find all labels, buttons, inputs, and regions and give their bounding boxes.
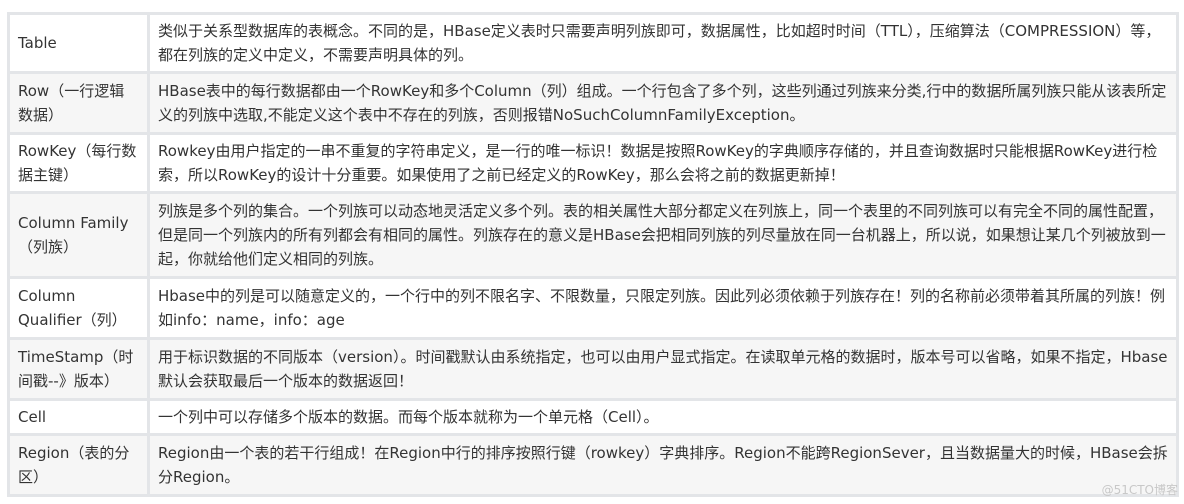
table-row: Cell 一个列中可以存储多个版本的数据。而每个版本就称为一个单元格（Cell）。	[7, 398, 1179, 436]
description-cell: 一个列中可以存储多个版本的数据。而每个版本就称为一个单元格（Cell）。	[147, 398, 1179, 436]
table-row: Row（一行逻辑数据） HBase表中的每行数据都由一个RowKey和多个Colu…	[7, 71, 1179, 135]
table-row: Region（表的分区） Region由一个表的若干行组成！在Region中行的排…	[7, 433, 1179, 497]
term-cell: Region（表的分区）	[7, 433, 150, 497]
description-cell: Rowkey由用户指定的一串不重复的字符串定义，是一行的唯一标识！数据是按照Ro…	[147, 132, 1179, 194]
description-cell: 列族是多个列的集合。一个列族可以动态地灵活定义多个列。表的相关属性大部分都定义在…	[147, 191, 1179, 279]
table-row: Column Family（列族） 列族是多个列的集合。一个列族可以动态地灵活定义…	[7, 191, 1179, 279]
description-cell: 用于标识数据的不同版本（version）。时间戳默认由系统指定，也可以由用户显式…	[147, 337, 1179, 401]
term-cell: Row（一行逻辑数据）	[7, 71, 150, 135]
description-cell: HBase表中的每行数据都由一个RowKey和多个Column（列）组成。一个行…	[147, 71, 1179, 135]
term-cell: Cell	[7, 398, 150, 436]
table-row: Column Qualifier（列） Hbase中的列是可以随意定义的，一个行中…	[7, 276, 1179, 340]
description-cell: Hbase中的列是可以随意定义的，一个行中的列不限名字、不限数量，只限定列族。因…	[147, 276, 1179, 340]
term-cell: Table	[7, 12, 150, 74]
hbase-concepts-table: Table 类似于关系型数据库的表概念。不同的是，HBase定义表时只需要声明列族…	[7, 12, 1179, 497]
term-cell: TimeStamp（时间戳--》版本）	[7, 337, 150, 401]
table-row: RowKey（每行数据主键） Rowkey由用户指定的一串不重复的字符串定义，是一…	[7, 132, 1179, 194]
table-row: Table 类似于关系型数据库的表概念。不同的是，HBase定义表时只需要声明列族…	[7, 12, 1179, 74]
table-row: TimeStamp（时间戳--》版本） 用于标识数据的不同版本（version）。…	[7, 337, 1179, 401]
term-cell: Column Qualifier（列）	[7, 276, 150, 340]
description-cell: Region由一个表的若干行组成！在Region中行的排序按照行键（rowkey…	[147, 433, 1179, 497]
watermark: @51CTO博客	[1101, 483, 1178, 497]
term-cell: Column Family（列族）	[7, 191, 150, 279]
term-cell: RowKey（每行数据主键）	[7, 132, 150, 194]
description-cell: 类似于关系型数据库的表概念。不同的是，HBase定义表时只需要声明列族即可，数据…	[147, 12, 1179, 74]
